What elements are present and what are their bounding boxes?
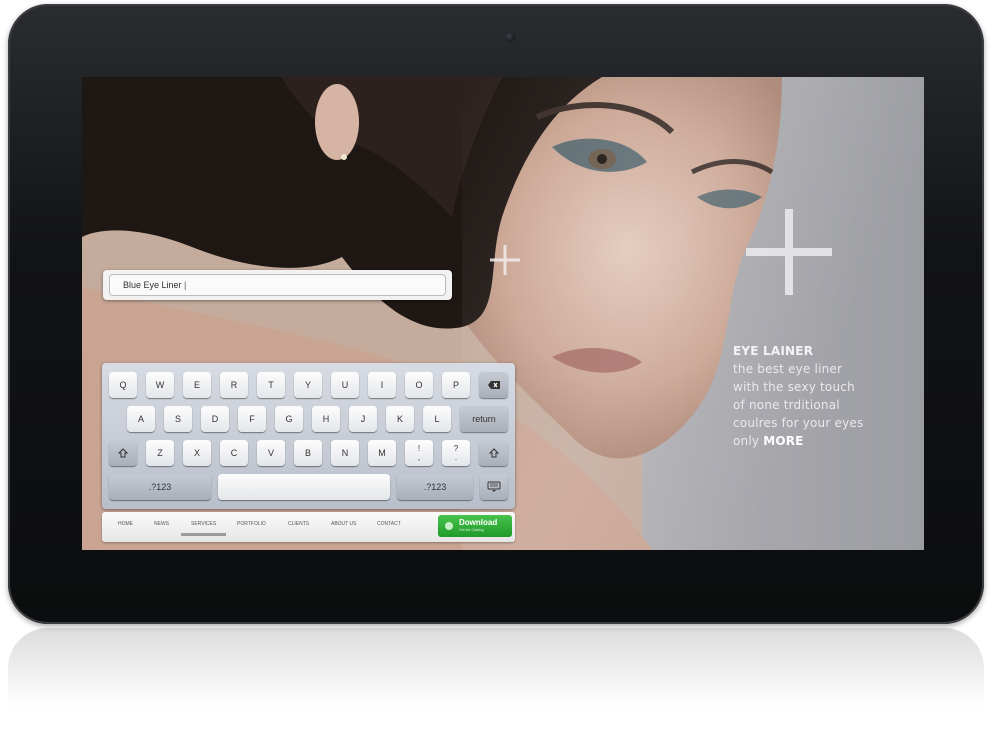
nav-item-contact[interactable]: CONTACT [377, 521, 401, 527]
search-input[interactable]: Blue Eye Liner | [109, 274, 446, 296]
key-k[interactable]: K [386, 406, 414, 432]
tablet-screen: Blue Eye Liner | Q W E R T Y U I O P A S… [82, 77, 924, 550]
key-p[interactable]: P [442, 372, 470, 398]
keyboard-hide-icon [487, 481, 501, 492]
front-camera [505, 32, 515, 42]
key-symbol-bottom: , [417, 453, 421, 462]
key-j[interactable]: J [349, 406, 377, 432]
numbers-key-left[interactable]: .?123 [109, 474, 211, 500]
key-m[interactable]: M [368, 440, 396, 466]
download-label: Download [459, 518, 498, 527]
download-button[interactable]: Download Get the Catalog [438, 515, 512, 537]
hide-keyboard-key[interactable] [480, 474, 508, 500]
key-l[interactable]: L [423, 406, 451, 432]
shift-key-left[interactable] [109, 440, 137, 466]
key-symbol-top: ! [417, 444, 421, 453]
site-nav-bar: HOME NEWS SERVICES PORTFOLIO CLIENTS ABO… [102, 512, 515, 542]
key-u[interactable]: U [331, 372, 359, 398]
search-input-value: Blue Eye Liner [123, 280, 182, 290]
nav-item-news[interactable]: NEWS [154, 521, 169, 527]
promo-line-prefix: only [733, 434, 760, 448]
key-v[interactable]: V [257, 440, 285, 466]
plus-icon [746, 209, 832, 295]
promo-text-block: EYE LAINER the best eye liner with the s… [733, 342, 903, 450]
shift-icon [118, 448, 128, 458]
promo-last-line: only MORE [733, 432, 903, 450]
key-d[interactable]: D [201, 406, 229, 432]
promo-line: coulres for your eyes [733, 416, 864, 430]
nav-item-about-us[interactable]: ABOUT US [331, 521, 356, 527]
numbers-key-right[interactable]: .?123 [397, 474, 473, 500]
backspace-key[interactable] [479, 372, 508, 398]
key-o[interactable]: O [405, 372, 433, 398]
key-r[interactable]: R [220, 372, 248, 398]
key-z[interactable]: Z [146, 440, 174, 466]
promo-line: with the sexy touch [733, 380, 855, 394]
nav-item-clients[interactable]: CLIENTS [288, 521, 309, 527]
key-x[interactable]: X [183, 440, 211, 466]
key-c[interactable]: C [220, 440, 248, 466]
key-symbol-top: ? [453, 444, 459, 453]
key-i[interactable]: I [368, 372, 396, 398]
key-s[interactable]: S [164, 406, 192, 432]
key-b[interactable]: B [294, 440, 322, 466]
promo-line: of none trditional [733, 398, 840, 412]
key-q[interactable]: Q [109, 372, 137, 398]
key-a[interactable]: A [127, 406, 155, 432]
key-exclamation-comma[interactable]: ! , [405, 440, 433, 466]
key-w[interactable]: W [146, 372, 174, 398]
key-t[interactable]: T [257, 372, 285, 398]
key-f[interactable]: F [238, 406, 266, 432]
download-sublabel: Get the Catalog [459, 528, 484, 532]
key-h[interactable]: H [312, 406, 340, 432]
nav-item-portfolio[interactable]: PORTFOLIO [237, 521, 266, 527]
promo-line: the best eye liner [733, 362, 843, 376]
nav-active-indicator [181, 533, 226, 536]
space-key[interactable] [218, 474, 390, 500]
text-cursor: | [181, 280, 187, 290]
search-bar: Blue Eye Liner | [103, 270, 452, 300]
backspace-icon [487, 381, 500, 389]
key-e[interactable]: E [183, 372, 211, 398]
key-question-period[interactable]: ? . [442, 440, 470, 466]
key-n[interactable]: N [331, 440, 359, 466]
key-symbol-bottom: . [454, 453, 458, 462]
promo-more-link[interactable]: MORE [763, 434, 803, 448]
on-screen-keyboard: Q W E R T Y U I O P A S D F G H J K L re… [102, 363, 515, 509]
plus-icon [490, 245, 520, 275]
tablet-reflection [8, 628, 984, 728]
key-g[interactable]: G [275, 406, 303, 432]
promo-title: EYE LAINER [733, 344, 814, 358]
nav-item-services[interactable]: SERVICES [191, 521, 216, 527]
nav-item-home[interactable]: HOME [118, 521, 133, 527]
download-icon [445, 522, 453, 530]
key-y[interactable]: Y [294, 372, 322, 398]
shift-icon [488, 448, 499, 458]
return-key[interactable]: return [460, 406, 508, 432]
shift-key-right[interactable] [479, 440, 508, 466]
